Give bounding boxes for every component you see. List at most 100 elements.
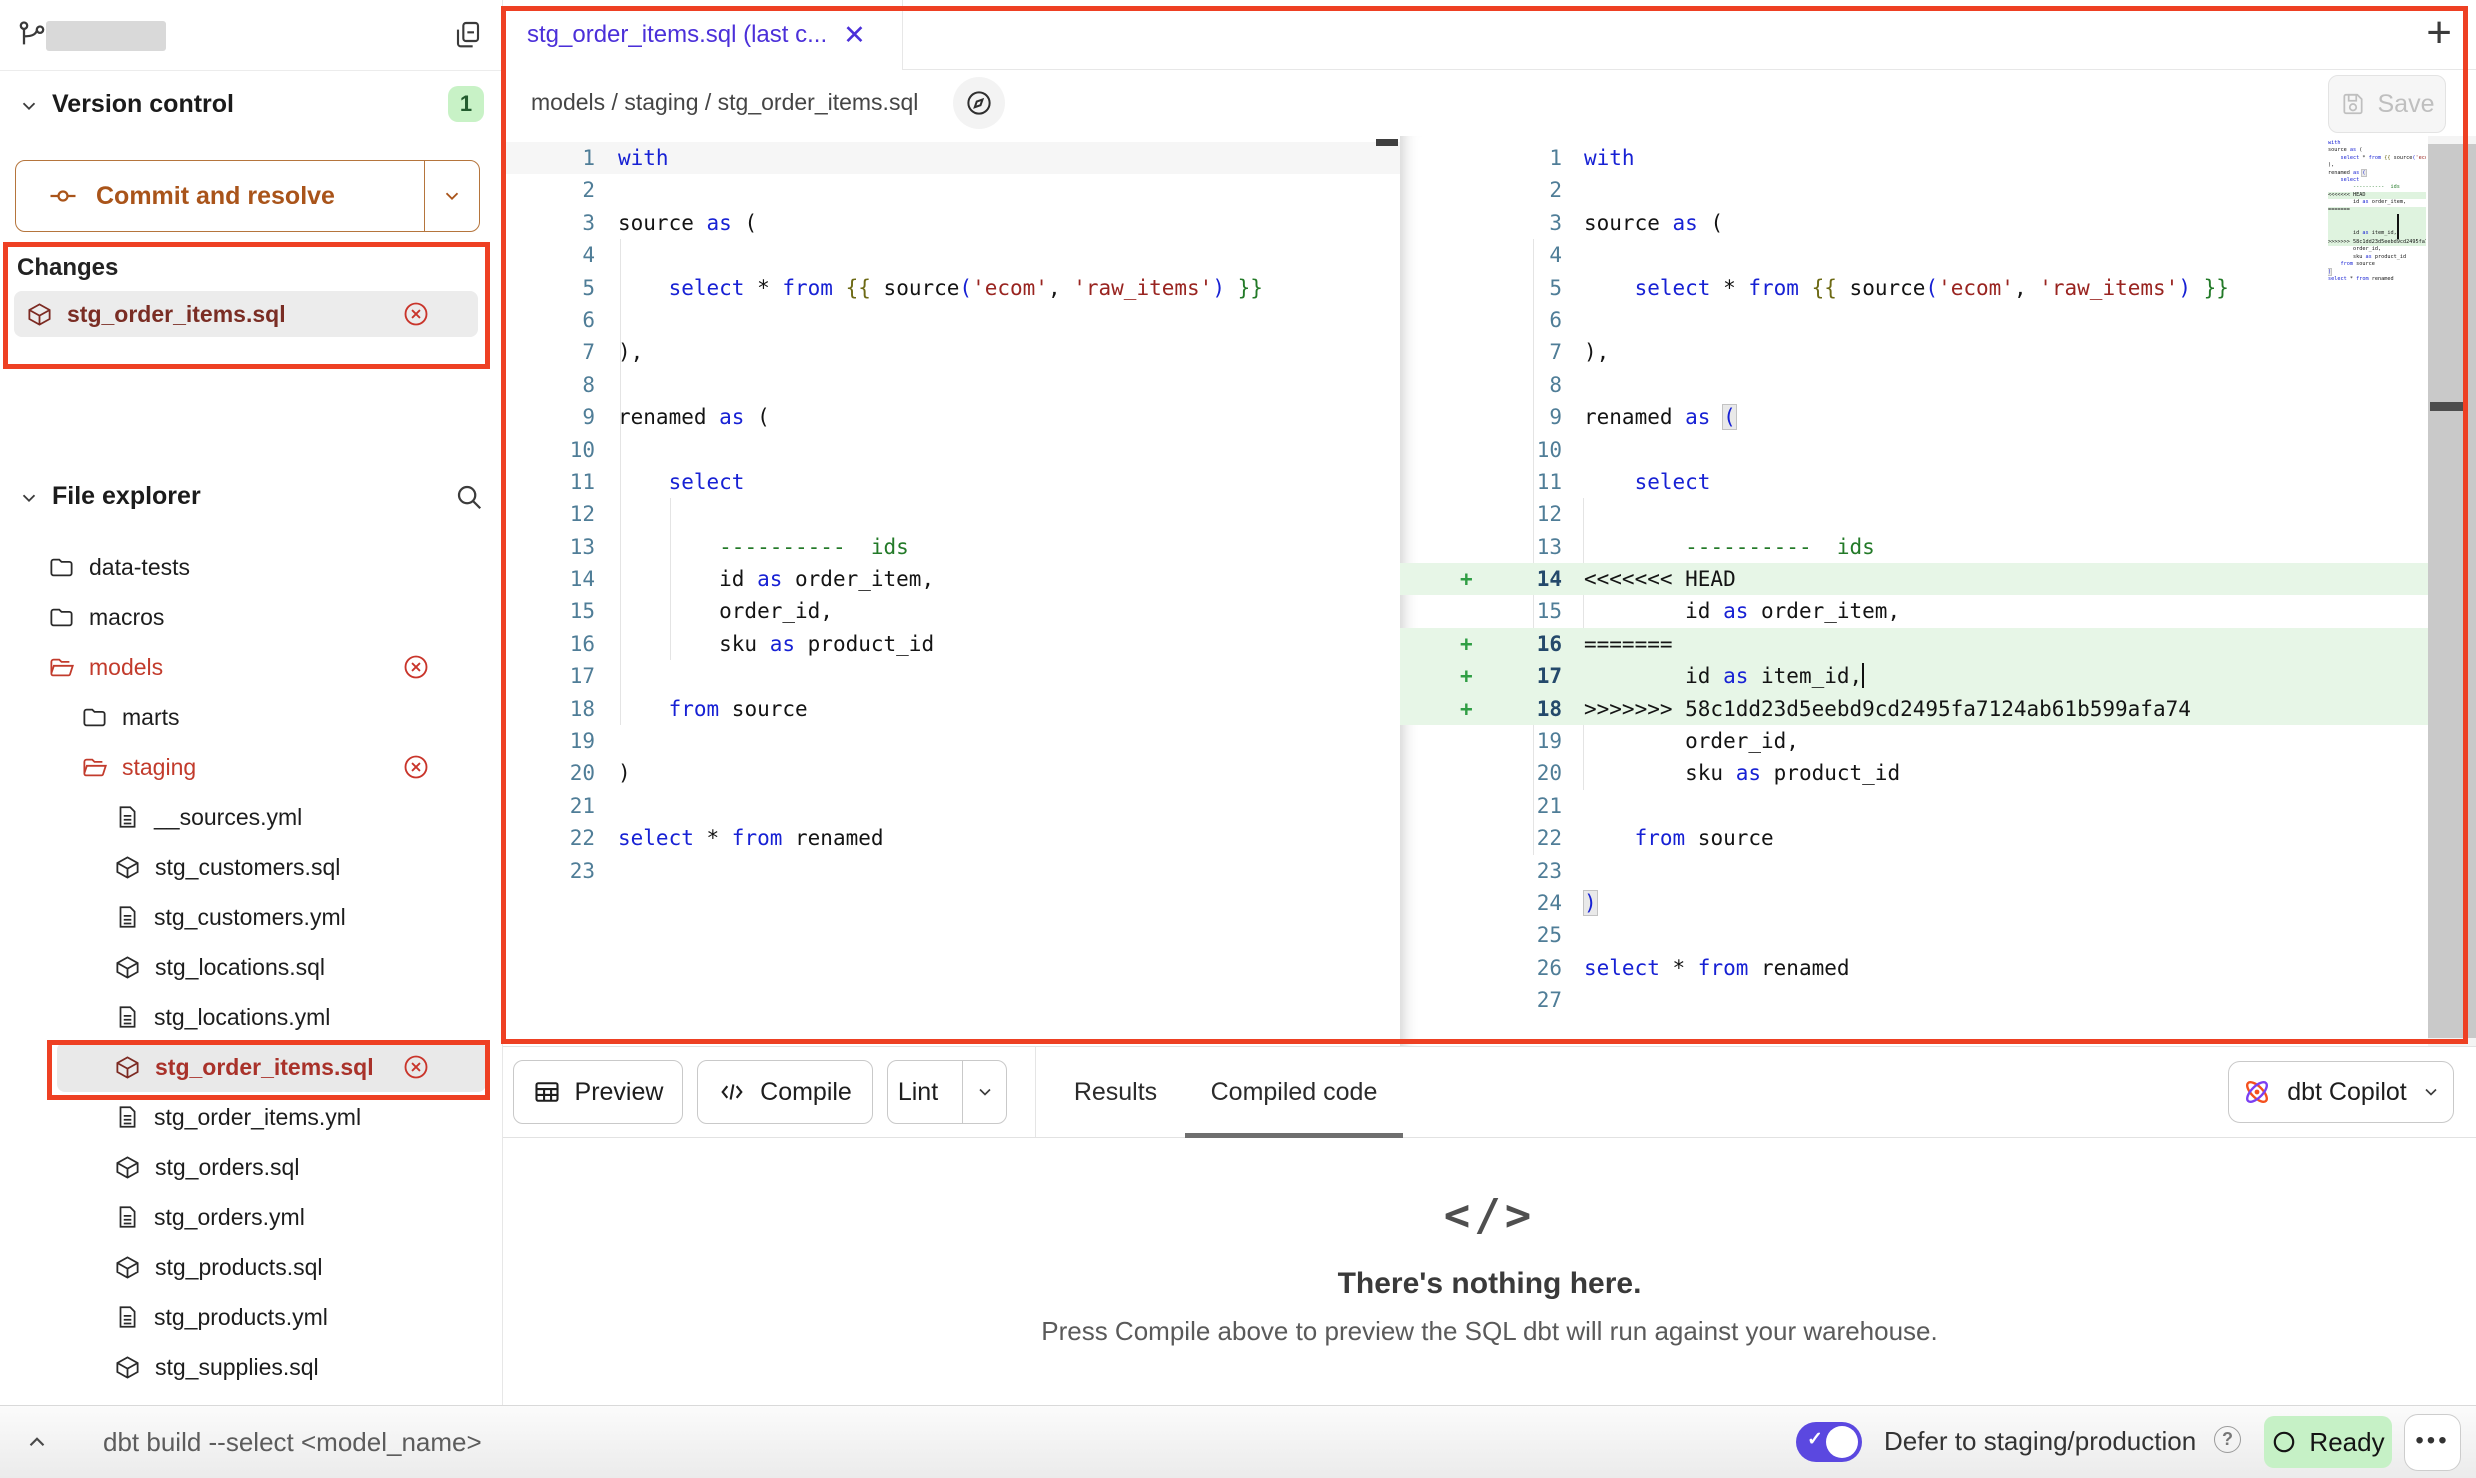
file-item-macros[interactable]: macros — [0, 592, 502, 642]
file-item-stg_customers.sql[interactable]: stg_customers.sql — [0, 842, 502, 892]
code-line[interactable]: 11 select — [1400, 466, 2428, 498]
x-circle-icon[interactable] — [402, 1053, 430, 1081]
file-item-stg_customers.yml[interactable]: stg_customers.yml — [0, 892, 502, 942]
code-line[interactable]: 18 from source — [503, 693, 1400, 725]
file-item-__sources.yml[interactable]: __sources.yml — [0, 792, 502, 842]
file-item-stg_products.sql[interactable]: stg_products.sql — [0, 1242, 502, 1292]
code-line[interactable]: 10 — [503, 434, 1400, 466]
code-line[interactable]: 20) — [503, 757, 1400, 789]
code-line[interactable]: +18>>>>>>> 58c1dd23d5eebd9cd2495fa7124ab… — [1400, 693, 2428, 725]
x-circle-icon[interactable] — [402, 753, 430, 781]
file-item-staging[interactable]: staging — [0, 742, 502, 792]
file-item-stg_order_items.yml[interactable]: stg_order_items.yml — [0, 1092, 502, 1142]
code-line[interactable]: +17 id as item_id, — [1400, 660, 2428, 692]
file-item-models[interactable]: models — [0, 642, 502, 692]
code-line[interactable]: 20 sku as product_id — [1400, 757, 2428, 789]
code-line[interactable]: 8 — [1400, 369, 2428, 401]
code-line[interactable]: 1with — [1400, 142, 2428, 174]
git-branch-icon[interactable] — [16, 19, 48, 51]
command-input[interactable]: dbt build --select <model_name> — [103, 1427, 482, 1458]
code-line[interactable]: 15 order_id, — [503, 595, 1400, 627]
code-line[interactable]: 5 select * from {{ source('ecom', 'raw_i… — [1400, 272, 2428, 304]
code-line[interactable]: 11 select — [503, 466, 1400, 498]
code-line[interactable]: 9renamed as ( — [503, 401, 1400, 433]
code-line[interactable]: 13 ---------- ids — [503, 531, 1400, 563]
code-line[interactable]: 1with — [503, 142, 1400, 174]
copy-icon[interactable] — [452, 19, 484, 51]
code-line[interactable]: 6 — [503, 304, 1400, 336]
code-pane-left[interactable]: 1with23source as (45 select * from {{ so… — [503, 136, 1400, 1046]
code-line[interactable]: 23 — [503, 855, 1400, 887]
question-circle-icon[interactable]: ? — [2214, 1426, 2241, 1453]
code-line[interactable]: 2 — [503, 174, 1400, 206]
code-line[interactable]: 2 — [1400, 174, 2428, 206]
file-item-stg_supplies.sql[interactable]: stg_supplies.sql — [0, 1342, 502, 1392]
code-line[interactable]: 6 — [1400, 304, 2428, 336]
compile-button[interactable]: Compile — [697, 1060, 873, 1124]
code-line[interactable]: 3source as ( — [1400, 207, 2428, 239]
new-tab-button[interactable]: + — [2426, 8, 2452, 58]
tab-results[interactable]: Results — [1068, 1047, 1163, 1137]
code-line[interactable]: 5 select * from {{ source('ecom', 'raw_i… — [503, 272, 1400, 304]
code-line[interactable]: 10 — [1400, 434, 2428, 466]
code-line[interactable]: 22 from source — [1400, 822, 2428, 854]
code-line[interactable]: 12 — [1400, 498, 2428, 530]
dbt-copilot-button[interactable]: dbt Copilot — [2228, 1061, 2454, 1123]
commit-options-caret[interactable] — [424, 161, 479, 231]
code-line[interactable]: 4 — [503, 239, 1400, 271]
code-line[interactable]: 19 — [503, 725, 1400, 757]
changed-file-row[interactable]: stg_order_items.sql — [14, 291, 478, 337]
file-item-data-tests[interactable]: data-tests — [0, 542, 502, 592]
file-item-stg_products.yml[interactable]: stg_products.yml — [0, 1292, 502, 1342]
ready-status-badge[interactable]: Ready — [2264, 1416, 2392, 1468]
lint-button[interactable]: Lint — [887, 1060, 1007, 1124]
code-line[interactable]: 9renamed as ( — [1400, 401, 2428, 433]
code-line[interactable]: 13 ---------- ids — [1400, 531, 2428, 563]
code-line[interactable]: 23 — [1400, 855, 2428, 887]
version-control-section-header[interactable]: Version control 1 — [0, 86, 502, 126]
file-explorer-section-header[interactable]: File explorer — [0, 478, 502, 518]
code-line[interactable]: 14 id as order_item, — [503, 563, 1400, 595]
file-item-stg_order_items.sql[interactable]: stg_order_items.sql — [57, 1042, 486, 1092]
code-line[interactable]: 17 — [503, 660, 1400, 692]
file-item-stg_orders.yml[interactable]: stg_orders.yml — [0, 1192, 502, 1242]
close-icon[interactable]: ✕ — [843, 22, 866, 49]
code-line[interactable]: 19 order_id, — [1400, 725, 2428, 757]
code-line[interactable]: 15 id as order_item, — [1400, 595, 2428, 627]
code-line[interactable]: 24) — [1400, 887, 2428, 919]
code-line[interactable]: 22select * from renamed — [503, 822, 1400, 854]
more-options-button[interactable]: ••• — [2404, 1414, 2461, 1471]
code-line[interactable]: 8 — [503, 369, 1400, 401]
search-icon[interactable] — [454, 482, 484, 512]
code-line[interactable]: 26select * from renamed — [1400, 952, 2428, 984]
lint-options-caret[interactable] — [962, 1061, 1006, 1123]
code-line[interactable]: 21 — [503, 790, 1400, 822]
defer-toggle[interactable]: ✓ — [1796, 1422, 1862, 1462]
file-item-stg_locations.yml[interactable]: stg_locations.yml — [0, 992, 502, 1042]
right-pane-scrollbar[interactable] — [2428, 136, 2476, 1046]
code-line[interactable]: 4 — [1400, 239, 2428, 271]
file-item-stg_locations.sql[interactable]: stg_locations.sql — [0, 942, 502, 992]
code-line[interactable]: 3source as ( — [503, 207, 1400, 239]
code-line[interactable]: +16======= — [1400, 628, 2428, 660]
save-button[interactable]: Save — [2328, 75, 2446, 133]
code-pane-right[interactable]: 1with23source as (45 select * from {{ so… — [1400, 136, 2428, 1046]
code-line[interactable]: 27 — [1400, 984, 2428, 1016]
editor-minimap[interactable]: withsource as ( select * from {{ source(… — [2328, 140, 2426, 352]
lineage-compass-icon[interactable] — [953, 77, 1005, 129]
x-circle-icon[interactable] — [402, 653, 430, 681]
left-pane-scrollbar[interactable] — [1374, 136, 1400, 1046]
code-line[interactable]: 7), — [503, 336, 1400, 368]
code-line[interactable]: 12 — [503, 498, 1400, 530]
tab-stg-order-items[interactable]: stg_order_items.sql (last c... ✕ — [503, 0, 903, 70]
code-line[interactable]: 21 — [1400, 790, 2428, 822]
file-item-marts[interactable]: marts — [0, 692, 502, 742]
commit-and-resolve-button[interactable]: Commit and resolve — [15, 160, 480, 232]
code-line[interactable]: 7), — [1400, 336, 2428, 368]
preview-button[interactable]: Preview — [513, 1060, 683, 1124]
x-circle-icon[interactable] — [402, 300, 430, 328]
code-line[interactable]: 25 — [1400, 919, 2428, 951]
tab-compiled-code[interactable]: Compiled code — [1185, 1047, 1403, 1137]
code-line[interactable]: +14<<<<<<< HEAD — [1400, 563, 2428, 595]
chevron-up-icon[interactable] — [24, 1429, 50, 1455]
